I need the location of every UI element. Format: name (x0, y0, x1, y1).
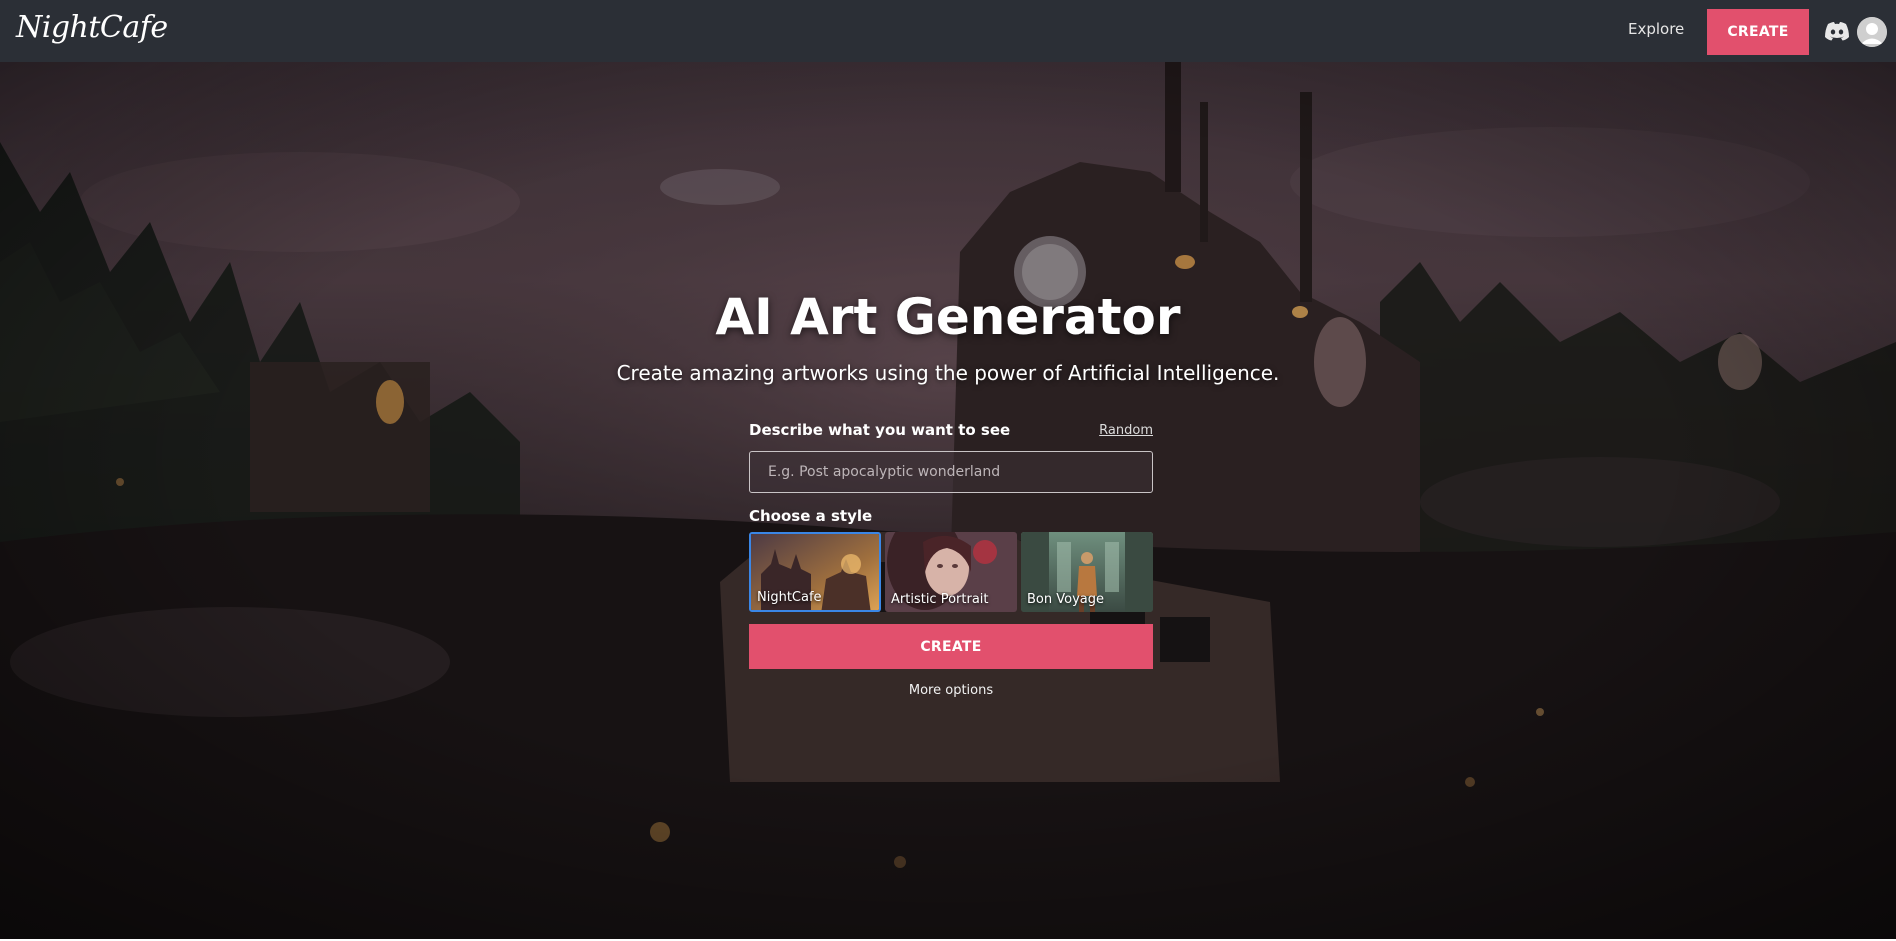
top-navbar: NightCafe Explore CREATE (0, 0, 1896, 62)
nav-create-button[interactable]: CREATE (1707, 9, 1809, 55)
style-card-artistic-portrait[interactable]: Artistic Portrait (885, 532, 1017, 612)
style-picker: NightCafe Artistic Portrait Bon Voyage (749, 532, 1153, 612)
nav-explore-link[interactable]: Explore (1628, 20, 1684, 38)
create-button[interactable]: CREATE (749, 624, 1153, 669)
style-card-bon-voyage[interactable]: Bon Voyage (1021, 532, 1153, 612)
hero-subtitle: Create amazing artworks using the power … (616, 361, 1280, 385)
user-avatar[interactable] (1857, 17, 1887, 47)
user-avatar-icon (1857, 17, 1887, 47)
nightcafe-logo[interactable]: NightCafe (16, 10, 168, 45)
style-name-bon-voyage: Bon Voyage (1027, 592, 1104, 607)
style-card-nightcafe[interactable]: NightCafe (749, 532, 881, 612)
style-name-nightcafe: NightCafe (757, 590, 822, 605)
hero-background-image (0, 62, 1896, 939)
more-options-link[interactable]: More options (749, 683, 1153, 698)
page: NightCafe Explore CREATE AI Art Generato… (0, 0, 1896, 941)
hero-title: AI Art Generator (715, 288, 1181, 346)
prompt-input[interactable] (749, 451, 1153, 493)
hero-section: AI Art Generator Create amazing artworks… (0, 62, 1896, 939)
style-name-artistic-portrait: Artistic Portrait (891, 592, 989, 607)
random-prompt-link[interactable]: Random (1099, 423, 1153, 438)
discord-icon[interactable] (1824, 21, 1850, 41)
choose-style-label: Choose a style (749, 507, 873, 525)
describe-label: Describe what you want to see (749, 421, 1011, 439)
